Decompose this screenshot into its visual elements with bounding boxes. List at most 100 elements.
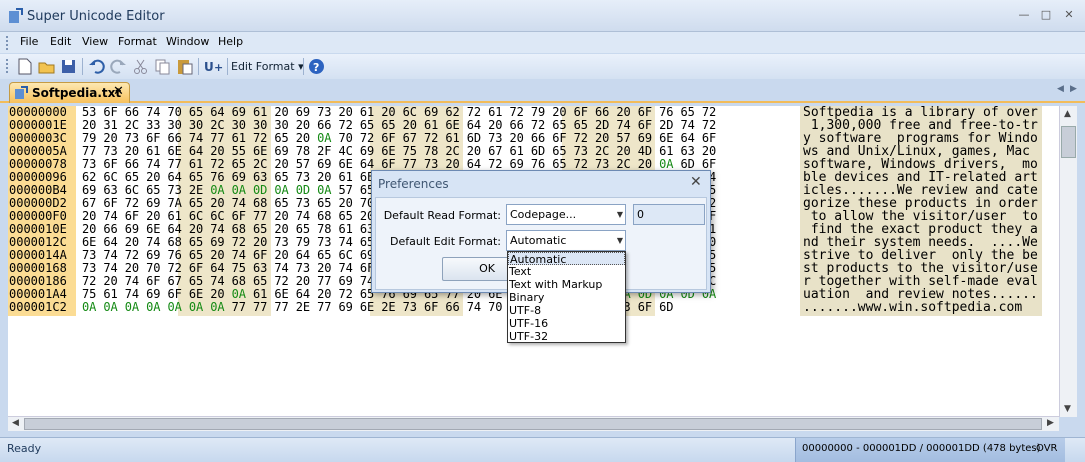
hex-byte[interactable]: 74 — [125, 274, 146, 288]
hex-byte[interactable]: 6D — [531, 144, 552, 158]
hex-byte[interactable]: 61 — [103, 287, 124, 301]
hex-byte[interactable]: 73 — [274, 235, 295, 249]
hex-byte[interactable]: 65 — [125, 170, 146, 184]
hex-byte[interactable]: 73 — [296, 261, 317, 275]
redo-icon[interactable] — [109, 57, 128, 76]
hex-byte[interactable]: 69 — [210, 235, 231, 249]
hex-byte[interactable]: 30 — [253, 118, 274, 132]
edit-format-dropdown[interactable]: Edit Format ▾ — [227, 57, 308, 76]
minimize-icon[interactable]: — — [1013, 6, 1035, 24]
hex-byte[interactable]: 72 — [702, 118, 716, 132]
hex-byte[interactable]: 61 — [510, 144, 531, 158]
scroll-right-icon[interactable]: ▶ — [1047, 418, 1054, 428]
hex-byte[interactable]: 61 — [445, 131, 466, 145]
hex-byte[interactable]: 63 — [103, 183, 124, 197]
hex-byte[interactable]: 57 — [296, 157, 317, 171]
hex-byte[interactable]: 6E — [360, 300, 381, 314]
vertical-scroll-thumb[interactable] — [1061, 126, 1076, 158]
hex-byte[interactable]: 0A — [274, 183, 295, 197]
hex-byte[interactable]: 2C — [210, 118, 231, 132]
hex-byte[interactable]: 72 — [125, 248, 146, 262]
hex-byte[interactable]: 20 — [146, 209, 167, 223]
hex-byte[interactable]: 72 — [339, 118, 360, 132]
hex-byte[interactable]: 73 — [595, 157, 616, 171]
hex-byte[interactable]: 73 — [168, 183, 189, 197]
hex-byte[interactable]: 6F — [424, 300, 445, 314]
hex-byte[interactable]: 6F — [168, 287, 189, 301]
hex-byte[interactable]: 76 — [168, 248, 189, 262]
dialog-close-icon[interactable]: ✕ — [690, 174, 702, 190]
hex-byte[interactable]: 20 — [467, 144, 488, 158]
hex-byte[interactable]: 6C — [210, 209, 231, 223]
hex-byte[interactable]: 69 — [125, 222, 146, 236]
hex-byte[interactable]: 69 — [274, 144, 295, 158]
hex-byte[interactable]: 2D — [659, 118, 680, 132]
hex-byte[interactable]: 73 — [125, 131, 146, 145]
option-utf-8[interactable]: UTF-8 — [508, 304, 625, 317]
hex-byte[interactable]: 79 — [82, 131, 103, 145]
hex-byte[interactable]: 2E — [189, 183, 210, 197]
hex-byte[interactable]: 64 — [467, 157, 488, 171]
new-icon[interactable] — [15, 57, 34, 76]
horizontal-scrollbar[interactable]: ◀ ▶ — [8, 416, 1059, 431]
maximize-icon[interactable]: □ — [1035, 6, 1057, 24]
hex-byte[interactable]: 69 — [146, 196, 167, 210]
hex-byte[interactable]: 2C — [595, 144, 616, 158]
hex-byte[interactable]: 65 — [146, 183, 167, 197]
hex-byte[interactable]: 20 — [274, 248, 295, 262]
hex-byte[interactable]: 72 — [424, 131, 445, 145]
hex-byte[interactable]: 78 — [317, 222, 338, 236]
hex-byte[interactable]: 65 — [189, 170, 210, 184]
hex-byte[interactable]: 20 — [274, 209, 295, 223]
hex-byte[interactable]: 20 — [317, 170, 338, 184]
option-binary[interactable]: Binary — [508, 291, 625, 304]
hex-byte[interactable]: 6E — [189, 287, 210, 301]
hex-byte[interactable]: 64 — [681, 131, 702, 145]
paste-icon[interactable] — [175, 57, 194, 76]
hex-byte[interactable]: 63 — [253, 261, 274, 275]
hex-byte[interactable]: 30 — [168, 118, 189, 132]
hex-byte[interactable]: 0A — [232, 287, 253, 301]
hex-byte[interactable]: 20 — [595, 131, 616, 145]
hex-byte[interactable]: 20 — [82, 222, 103, 236]
hex-byte[interactable]: 72 — [339, 287, 360, 301]
edit-format-select[interactable]: Automatic ▼ — [506, 230, 626, 251]
hex-byte[interactable]: 20 — [317, 261, 338, 275]
hex-byte[interactable]: 64 — [296, 287, 317, 301]
hex-byte[interactable]: 74 — [189, 131, 210, 145]
hex-byte[interactable]: 74 — [146, 157, 167, 171]
hex-byte[interactable]: 65 — [274, 131, 295, 145]
hex-byte[interactable]: 67 — [403, 131, 424, 145]
horizontal-scroll-thumb[interactable] — [24, 418, 1042, 430]
hex-byte[interactable]: 20 — [296, 274, 317, 288]
row-text[interactable]: .......www.win.softpedia.com — [803, 301, 1022, 314]
hex-byte[interactable]: 74 — [146, 235, 167, 249]
codepage-field[interactable]: 0 — [633, 204, 705, 225]
hex-byte[interactable]: 0A — [317, 183, 338, 197]
hex-byte[interactable]: 6F — [702, 157, 716, 171]
hex-byte[interactable]: 69 — [146, 287, 167, 301]
hex-byte[interactable]: 6F — [381, 131, 402, 145]
hex-byte[interactable]: 74 — [339, 261, 360, 275]
vertical-scrollbar[interactable]: ▲ ▼ — [1059, 106, 1077, 417]
hex-byte[interactable]: 64 — [467, 118, 488, 132]
hex-byte[interactable]: 69 — [82, 183, 103, 197]
hex-byte[interactable]: 20 — [445, 157, 466, 171]
menu-window[interactable]: Window — [166, 35, 209, 48]
hex-byte[interactable]: 0A — [659, 157, 680, 171]
hex-byte[interactable]: 6E — [659, 131, 680, 145]
hex-byte[interactable]: 69 — [638, 131, 659, 145]
tab-scroll-left-icon[interactable]: ◀ — [1057, 84, 1064, 94]
hex-byte[interactable]: 77 — [253, 300, 274, 314]
hex-byte[interactable]: 20 — [103, 131, 124, 145]
hex-byte[interactable]: 74 — [274, 261, 295, 275]
hex-byte[interactable]: 57 — [339, 183, 360, 197]
copy-icon[interactable] — [153, 57, 172, 76]
hex-byte[interactable]: 74 — [103, 248, 124, 262]
hex-byte[interactable]: 20 — [317, 287, 338, 301]
hex-byte[interactable]: 66 — [168, 131, 189, 145]
hex-byte[interactable]: 73 — [488, 131, 509, 145]
hex-byte[interactable]: 77 — [317, 274, 338, 288]
hex-byte[interactable]: 74 — [296, 209, 317, 223]
hex-byte[interactable]: 6F — [146, 131, 167, 145]
